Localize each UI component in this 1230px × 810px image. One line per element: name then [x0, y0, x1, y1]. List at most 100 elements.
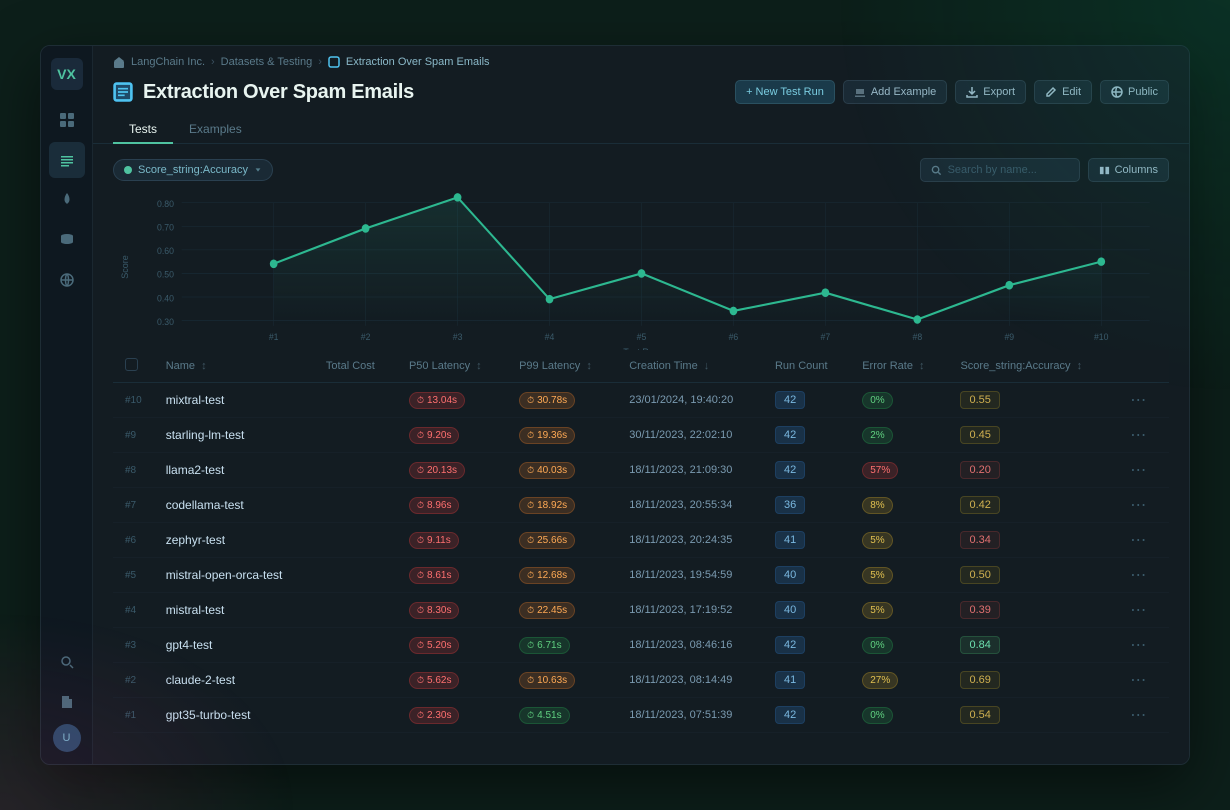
row-error-rate: 5%	[850, 593, 948, 628]
row-p50: ⏱ 5.20s	[397, 628, 507, 663]
tabs-bar: Tests Examples	[93, 116, 1189, 144]
header-checkbox[interactable]	[125, 358, 138, 371]
error-badge: 5%	[862, 602, 892, 619]
row-error-rate: 5%	[850, 558, 948, 593]
row-menu-cell: ⋯	[1114, 383, 1169, 418]
new-test-run-button[interactable]: + New Test Run	[735, 80, 835, 104]
p99-badge: ⏱ 18.92s	[519, 497, 575, 514]
row-menu-button[interactable]: ⋯	[1126, 460, 1150, 481]
chart-controls: Score_string:Accuracy Search by name... …	[113, 158, 1169, 182]
col-checkbox	[113, 350, 154, 383]
row-run-count: 42	[763, 383, 850, 418]
row-menu-button[interactable]: ⋯	[1126, 635, 1150, 656]
row-menu-button[interactable]: ⋯	[1126, 705, 1150, 726]
svg-text:#1: #1	[269, 331, 279, 341]
row-menu-button[interactable]: ⋯	[1126, 565, 1150, 586]
svg-text:#8: #8	[913, 331, 923, 341]
p50-sort-icon[interactable]: ↕	[476, 360, 482, 372]
clock-icon2: ⏱	[527, 535, 534, 546]
edit-icon	[1045, 86, 1057, 98]
edit-button[interactable]: Edit	[1034, 80, 1092, 104]
row-name: codellama-test	[154, 488, 314, 523]
row-name: gpt35-turbo-test	[154, 698, 314, 733]
p99-badge: ⏱ 40.03s	[519, 462, 575, 479]
columns-icon	[1099, 165, 1110, 176]
row-run-count: 42	[763, 698, 850, 733]
score-value: 0.45	[960, 426, 999, 444]
row-menu-button[interactable]: ⋯	[1126, 530, 1150, 551]
row-menu-button[interactable]: ⋯	[1126, 425, 1150, 446]
row-number: #5	[125, 570, 136, 581]
app-logo[interactable]: VX	[51, 58, 83, 90]
sidebar-icon-datasets[interactable]	[49, 142, 85, 178]
clock-icon: ⏱	[417, 675, 424, 686]
filter-label: Score_string:Accuracy	[138, 164, 248, 176]
row-run-count: 42	[763, 418, 850, 453]
export-button[interactable]: Export	[955, 80, 1026, 104]
clock-icon: ⏱	[417, 640, 424, 651]
table-row: #2 claude-2-test ⏱ 5.62s ⏱ 10.63s 18/11/…	[113, 663, 1169, 698]
table-row: #8 llama2-test ⏱ 20.13s ⏱ 40.03s 18/11/2…	[113, 453, 1169, 488]
row-run-count: 41	[763, 663, 850, 698]
error-badge: 57%	[862, 462, 898, 479]
row-p99: ⏱ 30.78s	[507, 383, 617, 418]
table-row: #5 mistral-open-orca-test ⏱ 8.61s ⏱ 12.6…	[113, 558, 1169, 593]
table-row: #6 zephyr-test ⏱ 9.11s ⏱ 25.66s 18/11/20…	[113, 523, 1169, 558]
sidebar-icon-globe[interactable]	[49, 262, 85, 298]
title-icon	[113, 82, 133, 102]
search-box[interactable]: Search by name...	[920, 158, 1080, 182]
row-creation-time: 30/11/2023, 22:02:10	[617, 418, 763, 453]
avatar[interactable]: U	[53, 724, 81, 752]
error-badge: 0%	[862, 707, 892, 724]
sidebar-icon-rocket[interactable]	[49, 182, 85, 218]
clock-icon2: ⏱	[527, 465, 534, 476]
creation-sort-icon[interactable]: ↓	[704, 360, 710, 372]
row-p99: ⏱ 6.71s	[507, 628, 617, 663]
tab-tests[interactable]: Tests	[113, 116, 173, 144]
sidebar-icon-search[interactable]	[49, 644, 85, 680]
p50-badge: ⏱ 8.96s	[409, 497, 460, 514]
add-example-button[interactable]: Add Example	[843, 80, 947, 104]
public-button[interactable]: Public	[1100, 80, 1169, 104]
row-menu-button[interactable]: ⋯	[1126, 495, 1150, 516]
main-content: LangChain Inc. › Datasets & Testing › Ex…	[93, 46, 1189, 764]
error-badge: 2%	[862, 427, 892, 444]
p50-badge: ⏱ 13.04s	[409, 392, 465, 409]
row-menu-button[interactable]: ⋯	[1126, 600, 1150, 621]
p50-badge: ⏱ 5.62s	[409, 672, 460, 689]
score-value: 0.54	[960, 706, 999, 724]
sidebar-icon-database[interactable]	[49, 222, 85, 258]
p99-sort-icon[interactable]: ↕	[586, 360, 592, 372]
tab-examples[interactable]: Examples	[173, 116, 258, 144]
row-score: 0.84	[948, 628, 1114, 663]
row-menu-cell: ⋯	[1114, 453, 1169, 488]
score-chart: 0.80 0.70 0.60 0.50 0.40 0.30	[143, 192, 1169, 342]
col-actions	[1114, 350, 1169, 383]
row-creation-time: 18/11/2023, 20:24:35	[617, 523, 763, 558]
row-p99: ⏱ 22.45s	[507, 593, 617, 628]
chart-y-label: Score	[120, 255, 130, 279]
clock-icon2: ⏱	[527, 500, 534, 511]
row-menu-button[interactable]: ⋯	[1126, 670, 1150, 691]
breadcrumb-datasets: Datasets & Testing	[221, 56, 313, 68]
columns-button[interactable]: Columns	[1088, 158, 1169, 182]
row-number: #8	[125, 465, 136, 476]
row-total-cost	[314, 383, 397, 418]
row-name: mixtral-test	[154, 383, 314, 418]
row-creation-time: 18/11/2023, 08:14:49	[617, 663, 763, 698]
score-filter-pill[interactable]: Score_string:Accuracy	[113, 159, 273, 181]
error-sort-icon[interactable]: ↕	[919, 360, 925, 372]
row-p99: ⏱ 25.66s	[507, 523, 617, 558]
row-total-cost	[314, 418, 397, 453]
row-checkbox-cell: #4	[113, 593, 154, 628]
score-sort-icon[interactable]: ↕	[1077, 360, 1083, 372]
p99-badge: ⏱ 22.45s	[519, 602, 575, 619]
sidebar-icon-grid[interactable]	[49, 102, 85, 138]
page-title-group: Extraction Over Spam Emails	[113, 81, 414, 104]
dataset-icon	[328, 56, 340, 68]
name-sort-icon[interactable]: ↕	[201, 360, 207, 372]
p50-badge: ⏱ 8.61s	[409, 567, 460, 584]
sidebar-icon-document[interactable]	[49, 684, 85, 720]
row-menu-button[interactable]: ⋯	[1126, 390, 1150, 411]
row-p50: ⏱ 8.61s	[397, 558, 507, 593]
